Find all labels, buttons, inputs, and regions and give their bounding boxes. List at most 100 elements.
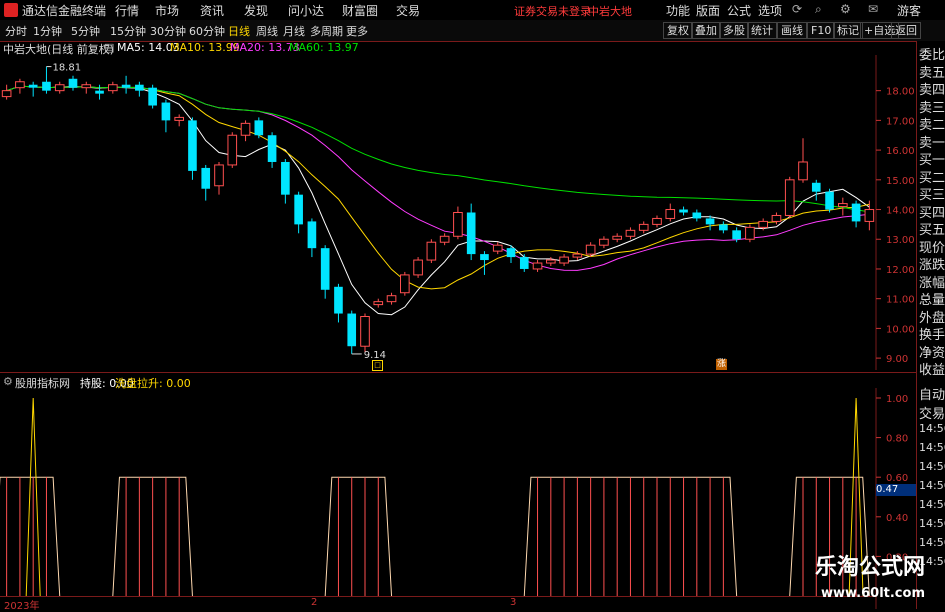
candle-body bbox=[798, 161, 808, 181]
marker-box[interactable]: □ bbox=[372, 360, 383, 371]
toolbar-button[interactable]: 画线 bbox=[777, 22, 807, 39]
period-tab[interactable]: 15分钟 bbox=[110, 23, 146, 39]
menu-options[interactable]: 选项 bbox=[758, 2, 782, 19]
period-tab[interactable]: 1分钟 bbox=[33, 23, 62, 39]
candle-body bbox=[771, 214, 782, 222]
price-chart[interactable]: 18.00 17.00 16.00 15.00 14.00 13.00 12.00 11.00… bbox=[0, 55, 916, 370]
toolbar-button[interactable]: 叠加 bbox=[691, 22, 721, 39]
y-tick-label: 14.00 bbox=[886, 206, 915, 217]
y-tick-label: 10.00 bbox=[886, 324, 915, 335]
toolbar-button[interactable]: 标记 bbox=[833, 22, 863, 39]
candle-body bbox=[320, 248, 330, 290]
candle-body bbox=[360, 316, 370, 347]
settings-small-icon[interactable]: ⚙ bbox=[3, 375, 13, 388]
menu-discover[interactable]: 发现 bbox=[244, 2, 268, 19]
y-tick-label: 13.00 bbox=[886, 235, 915, 246]
period-tab[interactable]: 月线 bbox=[283, 23, 305, 39]
chat-icon[interactable]: ✉ bbox=[868, 2, 878, 16]
candle-body bbox=[15, 81, 25, 89]
candle-body bbox=[532, 262, 543, 270]
app-logo-icon bbox=[4, 3, 18, 17]
menu-market[interactable]: 市场 bbox=[155, 2, 179, 19]
candle-body bbox=[1, 90, 12, 98]
candle-body bbox=[864, 209, 875, 222]
ma60-line bbox=[6, 85, 870, 213]
candle-body bbox=[745, 226, 755, 240]
candle-body bbox=[400, 274, 410, 294]
toolbar-button[interactable]: 多股 bbox=[719, 22, 749, 39]
candle-body bbox=[546, 259, 556, 264]
toolbar-button[interactable]: 统计 bbox=[747, 22, 777, 39]
menu-news[interactable]: 资讯 bbox=[200, 2, 224, 19]
current-indicator-value: 0.47 bbox=[876, 484, 916, 496]
quote-label: 卖二 bbox=[919, 118, 945, 133]
menu-layout[interactable]: 版面 bbox=[696, 2, 720, 19]
quote-label: 卖四 bbox=[919, 83, 945, 98]
menu-ask[interactable]: 问小达 bbox=[288, 2, 324, 19]
toolbar-button[interactable]: 返回 bbox=[891, 22, 921, 39]
candle-body bbox=[825, 191, 834, 210]
y-tick-label: 16.00 bbox=[886, 146, 915, 157]
candle-body bbox=[612, 235, 622, 240]
quote-label: 收益 bbox=[919, 363, 945, 378]
candle-body bbox=[811, 182, 821, 192]
candle-body bbox=[453, 212, 463, 237]
candle-body bbox=[705, 218, 715, 225]
candle-body bbox=[254, 120, 264, 136]
y-tick-label: 15.00 bbox=[886, 176, 915, 187]
candle-body bbox=[28, 84, 38, 88]
candle-body bbox=[334, 286, 343, 314]
quote-label: 买二 bbox=[919, 170, 945, 186]
toolbar-button[interactable]: F10 bbox=[807, 22, 836, 39]
quote-label: 净资 bbox=[919, 345, 945, 361]
period-tab[interactable]: 5分钟 bbox=[71, 23, 100, 39]
quote-label: 外盘 bbox=[919, 310, 945, 326]
guest-label[interactable]: 游客 bbox=[897, 2, 921, 19]
indicator-info-bar: ⚙ 股朋指标网 持股: 0.00 洗盘拉升: 0.00 bbox=[0, 374, 880, 390]
period-tab[interactable]: 周线 bbox=[256, 23, 278, 39]
settings-icon[interactable]: ⚙ bbox=[840, 2, 851, 16]
menu-trade[interactable]: 交易 bbox=[396, 2, 420, 19]
y-tick-label: 18.00 bbox=[886, 87, 915, 98]
candle-body bbox=[679, 209, 688, 213]
candle-body bbox=[227, 134, 238, 166]
candle-body bbox=[784, 179, 795, 216]
pane-divider[interactable] bbox=[0, 372, 916, 373]
candle-body bbox=[294, 194, 303, 225]
candle-body bbox=[665, 209, 676, 219]
quote-label: 换手 bbox=[919, 328, 945, 343]
refresh-icon[interactable]: ⟳ bbox=[792, 2, 802, 16]
high-price-label: 18.81 bbox=[52, 63, 81, 74]
limit-up-marker[interactable]: 涨 bbox=[716, 359, 727, 370]
period-tab-active[interactable]: 日线 bbox=[228, 23, 250, 39]
menu-formula[interactable]: 公式 bbox=[727, 2, 751, 19]
period-more[interactable]: 更多 bbox=[346, 23, 368, 39]
indicator-chart[interactable]: 1.000.800.600.400.20 bbox=[0, 388, 916, 609]
candle-body bbox=[373, 301, 384, 306]
trade-time: 14:56 bbox=[919, 460, 945, 473]
candle-body bbox=[135, 84, 144, 91]
watermark-url: www.60lt.com bbox=[820, 586, 925, 601]
period-tab[interactable]: 分时 bbox=[5, 23, 27, 39]
period-tab[interactable]: 60分钟 bbox=[189, 23, 225, 39]
ma20-line bbox=[6, 85, 870, 271]
menu-quotes[interactable]: 行情 bbox=[115, 2, 139, 19]
quote-label: 涨幅 bbox=[919, 275, 945, 291]
ma60-value: MA60: 13.97 bbox=[289, 41, 359, 54]
period-toolbar: 分时 1分钟 5分钟 15分钟 30分钟 60分钟 日线 周线 月线 多周期 更… bbox=[0, 20, 945, 42]
menu-function[interactable]: 功能 bbox=[666, 2, 690, 19]
menu-wealth[interactable]: 财富圈 bbox=[342, 2, 378, 19]
quote-side-panel: 委比 卖五 卖四 卖三 卖二 卖一 买一 买二 买三 买四 买五 现价 涨跌 涨幅 总量 外盘 换手 净资 收益 自动… bbox=[916, 41, 945, 609]
trade-time: 14:56 bbox=[919, 441, 945, 454]
period-tab[interactable]: 多周期 bbox=[310, 23, 343, 39]
period-tab[interactable]: 30分钟 bbox=[150, 23, 186, 39]
login-warning[interactable]: 证券交易未登录 bbox=[514, 3, 591, 19]
candle-body bbox=[108, 84, 118, 92]
auto-trade-label: 自动 bbox=[919, 388, 945, 403]
candle-body bbox=[732, 230, 741, 240]
grid-icon[interactable]: ▤ bbox=[104, 41, 114, 54]
candle-body bbox=[95, 90, 104, 94]
search-icon[interactable]: ⌕ bbox=[815, 2, 822, 17]
candle-body bbox=[439, 235, 450, 243]
toolbar-button[interactable]: 复权 bbox=[663, 22, 693, 39]
